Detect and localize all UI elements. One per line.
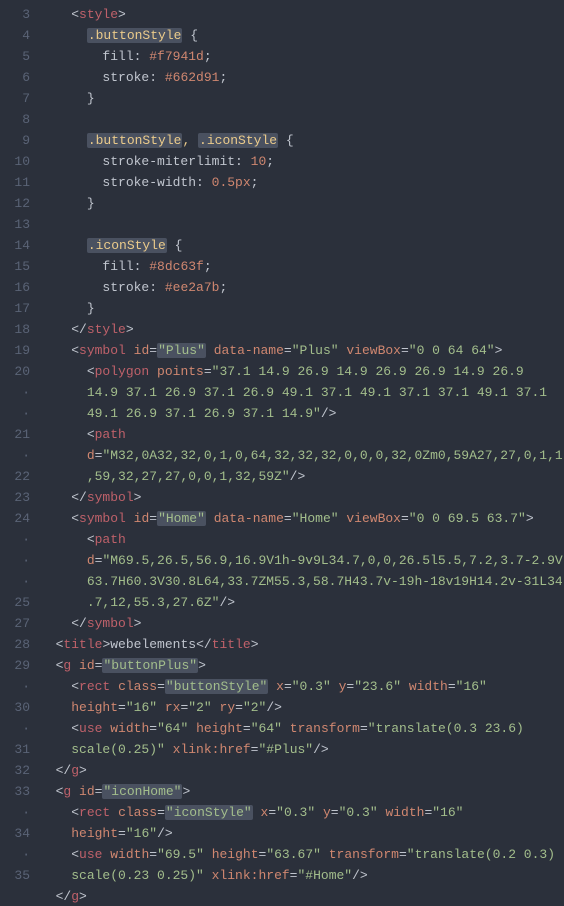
code-line[interactable]: <use width="69.5" height="63.67" transfo… (40, 844, 564, 865)
code-line[interactable]: stroke: #ee2a7b; (40, 277, 564, 298)
line-number: 7 (0, 88, 30, 109)
line-number: 33 (0, 781, 30, 802)
code-line[interactable]: .buttonStyle { (40, 25, 564, 46)
code-line[interactable]: } (40, 193, 564, 214)
code-line[interactable]: stroke-width: 0.5px; (40, 172, 564, 193)
line-number: 9 (0, 130, 30, 151)
code-line[interactable]: <rect class="buttonStyle" x="0.3" y="23.… (40, 676, 564, 697)
line-number: 10 (0, 151, 30, 172)
code-line[interactable]: </style> (40, 319, 564, 340)
line-number: 11 (0, 172, 30, 193)
line-number: · (0, 676, 30, 697)
code-line[interactable]: scale(0.23 0.25)" xlink:href="#Home"/> (40, 865, 564, 886)
line-number: · (0, 844, 30, 865)
code-line[interactable]: <rect class="iconStyle" x="0.3" y="0.3" … (40, 802, 564, 823)
line-number: 4 (0, 25, 30, 46)
code-line[interactable]: .7,12,55.3,27.6Z"/> (40, 592, 564, 613)
code-line[interactable]: 63.7H60.3V30.8L64,33.7ZM55.3,58.7H43.7v-… (40, 571, 564, 592)
line-number: 21 (0, 424, 30, 445)
code-line[interactable]: stroke-miterlimit: 10; (40, 151, 564, 172)
code-line[interactable] (40, 109, 564, 130)
code-line[interactable]: </g> (40, 760, 564, 781)
code-line[interactable]: height="16" rx="2" ry="2"/> (40, 697, 564, 718)
code-line[interactable]: 49.1 26.9 37.1 26.9 37.1 14.9"/> (40, 403, 564, 424)
code-line[interactable]: ,59,32,27,27,0,0,1,32,59Z"/> (40, 466, 564, 487)
line-number: 8 (0, 109, 30, 130)
line-number: · (0, 718, 30, 739)
line-number: 31 (0, 739, 30, 760)
code-line[interactable]: <g id="buttonPlus"> (40, 655, 564, 676)
code-line[interactable]: <polygon points="37.1 14.9 26.9 14.9 26.… (40, 361, 564, 382)
line-number: 22 (0, 466, 30, 487)
line-number: 18 (0, 319, 30, 340)
code-line[interactable]: 14.9 37.1 26.9 37.1 26.9 49.1 37.1 49.1 … (40, 382, 564, 403)
code-line[interactable]: </g> (40, 886, 564, 906)
code-line[interactable]: <use width="64" height="64" transform="t… (40, 718, 564, 739)
code-line[interactable]: } (40, 88, 564, 109)
line-number: · (0, 445, 30, 466)
code-line[interactable]: scale(0.25)" xlink:href="#Plus"/> (40, 739, 564, 760)
line-number: 29 (0, 655, 30, 676)
line-number: 28 (0, 634, 30, 655)
line-number: 15 (0, 256, 30, 277)
line-number: · (0, 550, 30, 571)
code-line[interactable]: <title>webelements</title> (40, 634, 564, 655)
code-line[interactable]: </symbol> (40, 487, 564, 508)
line-number: 27 (0, 613, 30, 634)
line-number: 25 (0, 592, 30, 613)
line-number: 24 (0, 508, 30, 529)
line-number: · (0, 382, 30, 403)
line-number: 34 (0, 823, 30, 844)
code-line[interactable] (40, 214, 564, 235)
code-line[interactable]: <symbol id="Home" data-name="Home" viewB… (40, 508, 564, 529)
line-number: · (0, 403, 30, 424)
code-line[interactable]: fill: #f7941d; (40, 46, 564, 67)
line-number: · (0, 571, 30, 592)
line-number: 6 (0, 67, 30, 88)
line-number: 30 (0, 697, 30, 718)
code-line[interactable]: .iconStyle { (40, 235, 564, 256)
code-line[interactable]: <symbol id="Plus" data-name="Plus" viewB… (40, 340, 564, 361)
code-line[interactable]: </symbol> (40, 613, 564, 634)
code-line[interactable]: d="M69.5,26.5,56.9,16.9V1h-9v9L34.7,0,0,… (40, 550, 564, 571)
line-number: 35 (0, 865, 30, 886)
line-number: 13 (0, 214, 30, 235)
line-number: 14 (0, 235, 30, 256)
code-line[interactable]: .buttonStyle, .iconStyle { (40, 130, 564, 151)
code-line[interactable]: fill: #8dc63f; (40, 256, 564, 277)
line-number: 3 (0, 4, 30, 25)
code-line[interactable]: <path (40, 424, 564, 445)
line-number: 12 (0, 193, 30, 214)
line-number: 16 (0, 277, 30, 298)
line-number: 5 (0, 46, 30, 67)
code-line[interactable]: d="M32,0A32,32,0,1,0,64,32,32,32,0,0,0,3… (40, 445, 564, 466)
code-line[interactable]: <g id="iconHome"> (40, 781, 564, 802)
line-number-gutter: 34567891011121314151617181920··21·222324… (0, 0, 40, 906)
line-number: · (0, 529, 30, 550)
code-line[interactable]: } (40, 298, 564, 319)
line-number: 20 (0, 361, 30, 382)
code-area[interactable]: <style> .buttonStyle { fill: #f7941d; st… (40, 0, 564, 906)
line-number: 23 (0, 487, 30, 508)
line-number: 17 (0, 298, 30, 319)
line-number: 32 (0, 760, 30, 781)
line-number: 19 (0, 340, 30, 361)
line-number: · (0, 802, 30, 823)
code-line[interactable]: <path (40, 529, 564, 550)
code-line[interactable]: height="16"/> (40, 823, 564, 844)
code-line[interactable]: <style> (40, 4, 564, 25)
code-editor[interactable]: 34567891011121314151617181920··21·222324… (0, 0, 564, 906)
code-line[interactable]: stroke: #662d91; (40, 67, 564, 88)
